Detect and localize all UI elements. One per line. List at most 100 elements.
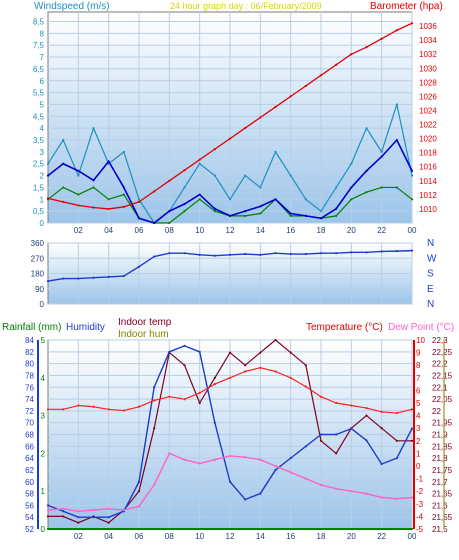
barometer-line-point [395,29,398,32]
wind-direction-line-point [304,252,307,256]
average-wind-line-point [410,169,414,172]
rainfall-line-point [62,527,65,531]
barometer-axis-tick-label: 1036 [419,22,437,31]
temperature-line-point [122,409,125,412]
windspeed-axis-tick-label: 7,5 [33,41,45,50]
windspeed-axis-tick-label: 3,5 [33,136,45,145]
temp-x-tick-label: 02 [74,532,83,541]
dewpoint-line-point [92,509,95,512]
temperature-line-point [350,404,353,407]
temp-x-tick-label: 16 [286,532,295,541]
indoor-hum-axis-tick-label: 22,15 [432,371,453,380]
compass-label-w: W [427,253,437,264]
temp-x-tick-label: 22 [377,532,386,541]
wind-direction-line-point [319,252,323,255]
humidity-axis-tick-label: 52 [25,525,34,534]
rainfall-line-point [335,527,338,531]
barometer-axis-tick-label: 1034 [419,36,437,45]
barometer-line-point [274,105,277,109]
wind-x-tick-label: 16 [286,226,295,235]
wind-direction-line-point [289,252,292,256]
humidity-axis-tick-label: 84 [25,336,34,345]
barometer-axis-tick-label: 1032 [419,50,437,59]
humidity-line-point [46,504,50,507]
barometer-axis-tick-label: 1010 [419,205,437,214]
rainfall-line-point [319,527,323,531]
windspeed-line-point [274,150,277,153]
average-wind-line-point [92,179,95,182]
indoor-temp-line-point [153,427,156,430]
compass-label-n: N [427,299,434,310]
temperature-line-point [153,399,156,402]
indoor-hum-axis-tick-label: 21,7 [432,478,448,487]
temp-x-tick-label: 06 [135,532,144,541]
windspeed-axis-tick-label: 1 [40,195,45,204]
wind-x-tick-label: 14 [256,226,265,235]
humidity-line-point [168,350,171,353]
average-wind-line-point [259,205,262,208]
average-wind-line-point [335,207,338,210]
indoor-temp-line-point [77,521,80,524]
rainfall-line-point [122,527,125,531]
gust-line-point [92,186,95,189]
humidity-axis-tick-label: 78 [25,371,34,380]
temperature-line-point [395,411,398,415]
average-wind-line-point [319,217,323,220]
indoor-hum-axis-tick-label: 21,9 [432,431,448,440]
temp-x-tick-label: 08 [165,532,174,541]
windspeed-line-point [335,186,338,189]
gust-line-point [244,214,247,217]
wind-direction-line-point [153,255,156,258]
barometer-line-point [122,205,125,208]
temperature-line-point [289,376,292,379]
wind-direction-line-point [198,253,201,256]
barometer-line-point [228,137,232,140]
temperature-line-point [259,366,262,369]
windspeed-line-point [77,174,80,177]
wind-direction-line-point [137,265,141,268]
indoor-temp-line-point [365,414,368,417]
rainfall-line-point [168,527,171,531]
wind-x-tick-label: 12 [226,226,235,235]
indoor-hum-axis-tick-label: 21,65 [432,490,453,499]
dewpoint-line-point [198,462,201,465]
rainfall-axis-tick-label: 5 [41,336,46,345]
rainfall-line-point [350,527,353,531]
temperature-axis-tick-label: 6 [416,386,421,395]
windspeed-axis-tick-label: 5 [40,100,45,109]
windspeed-axis-tick-label: 6,5 [33,65,45,74]
wind-direction-line-point [365,251,368,254]
windspeed-axis-tick-label: 2,5 [33,160,45,169]
humidity-line-point [77,516,80,519]
rainfall-line-point [137,527,141,531]
wind-x-tick-label: 18 [317,226,326,235]
humidity-axis-tick-label: 76 [25,383,34,392]
wind-direction-axis-tick-label: 180 [31,270,45,279]
barometer-axis-tick-label: 1024 [419,106,437,115]
wind-x-tick-label: 00 [408,226,417,235]
barometer-line-point [380,37,383,40]
rainfall-line-point [410,527,414,531]
windspeed-line-point [350,162,353,165]
indoor-temp-line-point [213,376,216,379]
wind-direction-axis-tick-label: 90 [35,285,44,294]
barometer-line-point [244,126,247,130]
windspeed-line-point [198,162,201,165]
temperature-axis-tick-label: -1 [416,475,424,484]
gust-line-point [198,198,201,201]
temperature-line-point [168,395,171,398]
windspeed-axis-tick-label: 4 [40,124,45,133]
windspeed-line-point [228,198,232,201]
dewpoint-line-point [46,509,50,512]
gust-line-point [395,186,398,189]
indoor-temp-title: Indoor temp [118,317,172,328]
wind-x-tick-label: 02 [74,226,83,235]
wind-direction-line-point [183,252,186,255]
rainfall-line-point [304,527,307,531]
humidity-axis-tick-label: 64 [25,454,34,463]
indoor-hum-axis-tick-label: 22 [432,407,441,416]
indoor-hum-axis-tick-label: 21,95 [432,419,453,428]
average-wind-line-point [153,221,156,225]
barometer-line-point [137,200,141,203]
temperature-line-point [213,383,216,386]
